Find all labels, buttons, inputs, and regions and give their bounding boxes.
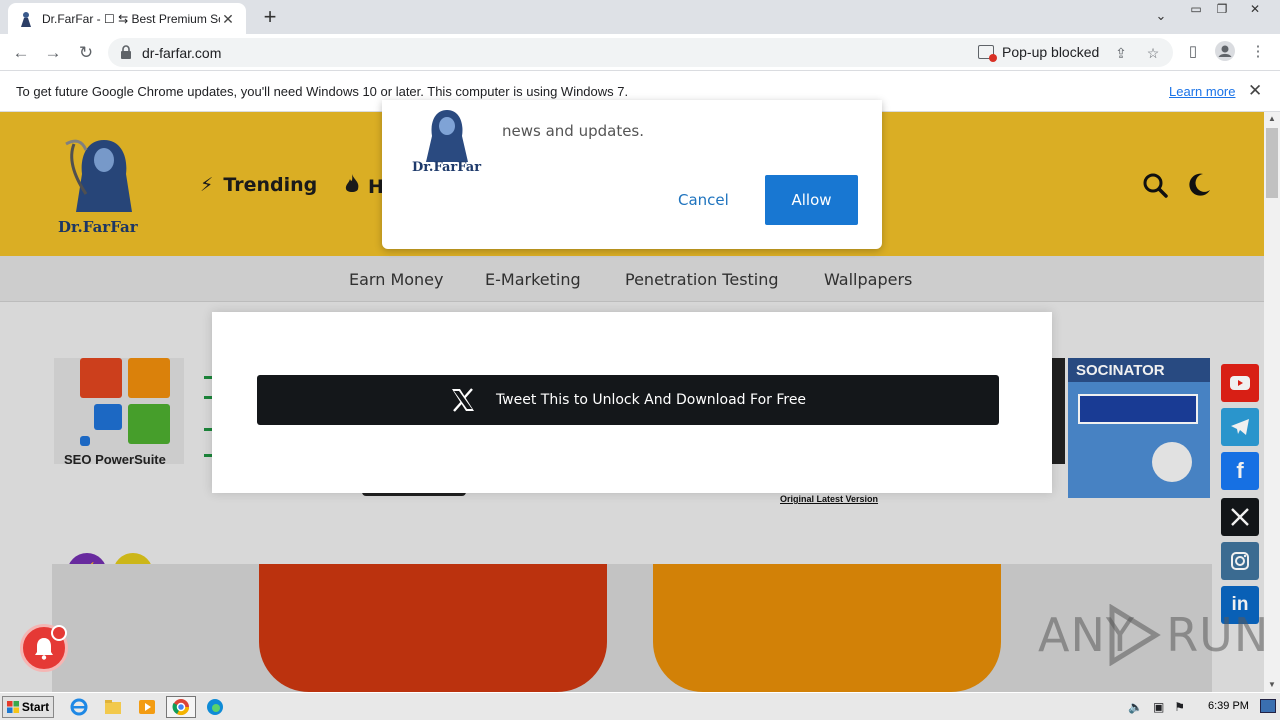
media-player-taskbar-icon[interactable] [134, 697, 160, 717]
infobar-message: To get future Google Chrome updates, you… [16, 84, 629, 99]
lock-icon [121, 45, 131, 59]
scroll-down-arrow-icon[interactable]: ▼ [1264, 678, 1280, 692]
share-icon[interactable]: ⇪ [1112, 44, 1130, 62]
back-arrow-icon[interactable]: ← [10, 42, 32, 64]
ie-taskbar-icon[interactable] [66, 697, 92, 717]
taskbar-clock: 6:39 PM [1208, 700, 1249, 712]
system-tray: 🔈 ▣ ⚑ [1122, 695, 1280, 719]
notification-bell-button[interactable] [20, 624, 68, 672]
tab-close-icon[interactable]: ✕ [220, 11, 236, 27]
explorer-taskbar-icon[interactable] [100, 697, 126, 717]
address-bar[interactable]: dr-farfar.com Pop-up blocked ⇪ ☆ [108, 38, 1173, 67]
scrollbar-thumb[interactable] [1266, 128, 1278, 198]
windows-flag-icon [6, 701, 19, 713]
tab-strip: Dr.FarFar - ☐ ⇆ Best Premium Softw ✕ + ⌄… [0, 0, 1280, 34]
url-text: dr-farfar.com [142, 45, 222, 61]
allow-button[interactable]: Allow [765, 175, 858, 225]
profile-avatar-icon[interactable] [1214, 41, 1236, 63]
bookmark-star-icon[interactable]: ☆ [1144, 44, 1162, 62]
play-triangle-icon [1109, 604, 1161, 666]
side-panel-icon[interactable]: ▯ [1182, 41, 1204, 63]
forward-arrow-icon[interactable]: → [42, 42, 64, 64]
tab-search-chevron-icon[interactable]: ⌄ [1152, 8, 1170, 26]
prompt-logo-text: Dr.FarFar [412, 160, 482, 175]
tweet-button-label: Tweet This to Unlock And Download For Fr… [495, 392, 807, 408]
edge-taskbar-icon[interactable] [202, 697, 228, 717]
scroll-up-arrow-icon[interactable]: ▲ [1264, 112, 1280, 126]
tab-title: Dr.FarFar - ☐ ⇆ Best Premium Softw [42, 11, 220, 26]
site-favicon-icon [18, 11, 34, 27]
prompt-logo: Dr.FarFar [410, 108, 484, 175]
new-tab-button[interactable]: + [258, 6, 282, 30]
x-logo-icon [451, 388, 474, 412]
windows-taskbar: Start 🔈 ▣ ⚑ 6:39 PM [0, 692, 1280, 720]
chrome-taskbar-icon[interactable] [166, 696, 196, 718]
volume-icon[interactable]: 🔈 [1128, 700, 1143, 714]
page-scrollbar[interactable]: ▲ ▼ [1264, 112, 1280, 692]
anyrun-watermark: ANY RUN [1038, 604, 1269, 666]
bell-icon [35, 638, 53, 660]
browser-toolbar: ← → ↻ dr-farfar.com Pop-up blocked ⇪ ☆ ▯… [0, 34, 1280, 71]
chrome-menu-icon[interactable]: ⋮ [1247, 41, 1269, 63]
minimize-icon[interactable]: ▭ [1183, 0, 1209, 18]
browser-tab[interactable]: Dr.FarFar - ☐ ⇆ Best Premium Softw ✕ [8, 3, 246, 34]
reload-icon[interactable]: ↻ [75, 42, 97, 64]
push-notification-prompt: Dr.FarFar news and updates. Cancel Allow [382, 100, 882, 249]
infobar-close-icon[interactable]: ✕ [1248, 81, 1262, 101]
show-desktop-icon[interactable] [1260, 699, 1276, 713]
tweet-to-unlock-button[interactable]: Tweet This to Unlock And Download For Fr… [257, 375, 999, 425]
start-button[interactable]: Start [2, 696, 54, 718]
close-window-icon[interactable]: ✕ [1235, 0, 1275, 18]
popup-blocked-label: Pop-up blocked [1002, 44, 1100, 60]
popup-blocked-indicator[interactable]: Pop-up blocked [978, 44, 1100, 62]
popup-blocked-icon [978, 45, 997, 62]
bell-badge [51, 625, 67, 641]
learn-more-link[interactable]: Learn more [1169, 84, 1235, 99]
prompt-text: news and updates. [502, 122, 645, 140]
restore-icon[interactable]: ❐ [1209, 0, 1235, 18]
cancel-button[interactable]: Cancel [678, 191, 729, 209]
window-controls: ▭ ❐ ✕ [1183, 0, 1275, 20]
start-label: Start [21, 700, 50, 714]
content-locker-modal: Tweet This to Unlock And Download For Fr… [212, 312, 1052, 493]
network-icon[interactable]: ▣ [1153, 700, 1164, 714]
action-center-flag-icon[interactable]: ⚑ [1174, 700, 1185, 714]
